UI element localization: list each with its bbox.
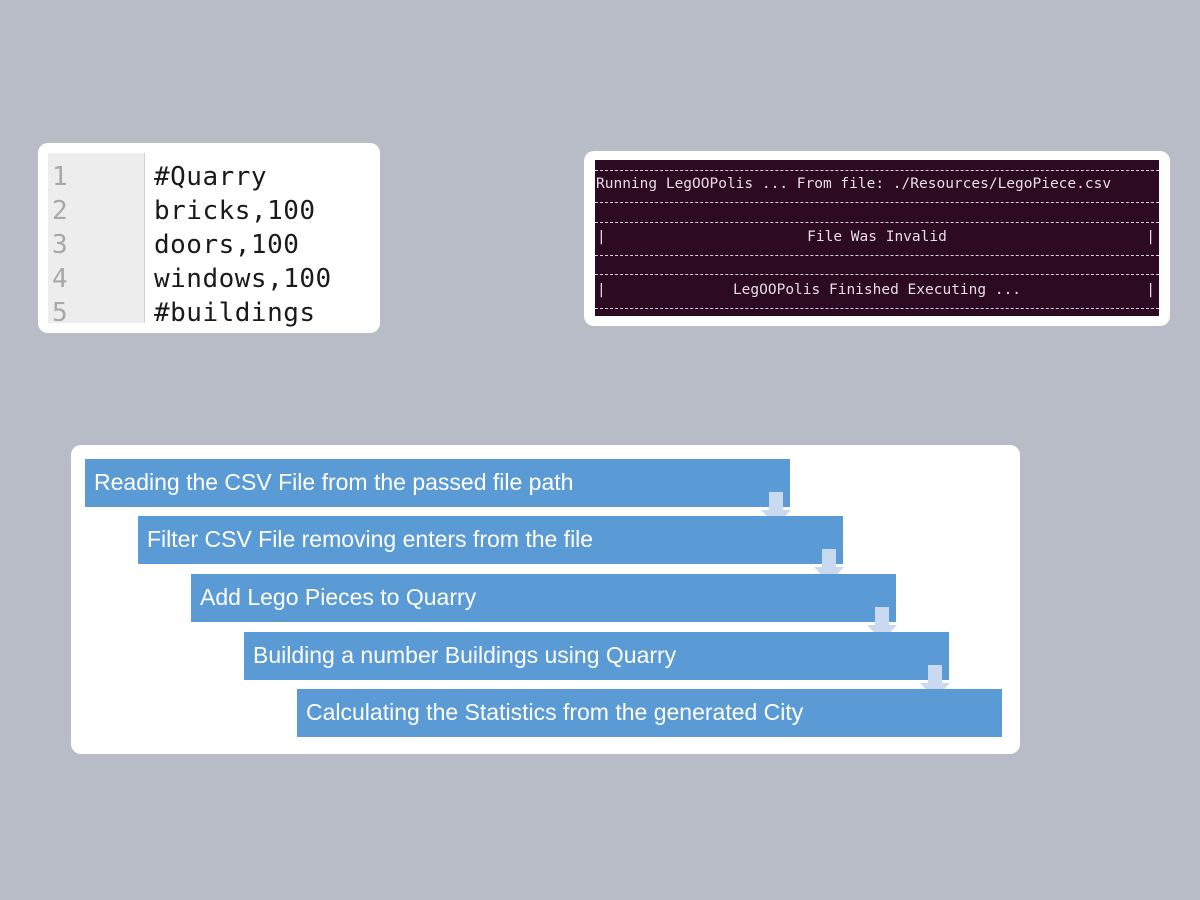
terminal-border-left: | [597, 282, 606, 298]
terminal-divider [595, 170, 1159, 171]
terminal-border-right: | [1146, 282, 1155, 298]
terminal-divider [595, 255, 1159, 256]
line-text: #buildings [154, 298, 316, 328]
terminal-finished-row: | LegOOPolis Finished Executing ... | [595, 280, 1159, 300]
flow-step-read-csv: Reading the CSV File from the passed fil… [85, 459, 790, 507]
terminal-finished-text: LegOOPolis Finished Executing ... [732, 282, 1022, 298]
line-text: bricks,100 [154, 196, 316, 226]
terminal-invalid-row: | File Was Invalid | [595, 227, 1159, 247]
terminal-border-right: | [1146, 229, 1155, 245]
line-text: #Quarry [154, 162, 268, 192]
terminal-divider [595, 222, 1159, 223]
line-text: doors,100 [154, 230, 300, 260]
flow-step-calculate-stats: Calculating the Statistics from the gene… [297, 689, 1002, 737]
flow-step-filter-csv: Filter CSV File removing enters from the… [138, 516, 843, 564]
terminal-output-card: Running LegOOPolis ... From file: ./Reso… [584, 151, 1170, 326]
terminal-invalid-text: File Was Invalid [807, 229, 947, 245]
line-number: 5 [52, 298, 68, 328]
terminal-divider [595, 202, 1159, 203]
terminal-window: Running LegOOPolis ... From file: ./Reso… [595, 160, 1159, 316]
terminal-divider [595, 308, 1159, 309]
line-text: windows,100 [154, 264, 332, 294]
line-number: 3 [52, 230, 68, 260]
line-number: 4 [52, 264, 68, 294]
line-number: 1 [52, 162, 68, 192]
terminal-divider [595, 274, 1159, 275]
flow-step-build-buildings: Building a number Buildings using Quarry [244, 632, 949, 680]
terminal-running-line: Running LegOOPolis ... From file: ./Reso… [596, 176, 1112, 192]
terminal-border-left: | [597, 229, 606, 245]
csv-code-editor: 1 #Quarry 2 bricks,100 3 doors,100 4 win… [38, 143, 380, 333]
process-flow-card: Reading the CSV File from the passed fil… [71, 445, 1020, 754]
flow-step-add-pieces: Add Lego Pieces to Quarry [191, 574, 896, 622]
line-number: 2 [52, 196, 68, 226]
